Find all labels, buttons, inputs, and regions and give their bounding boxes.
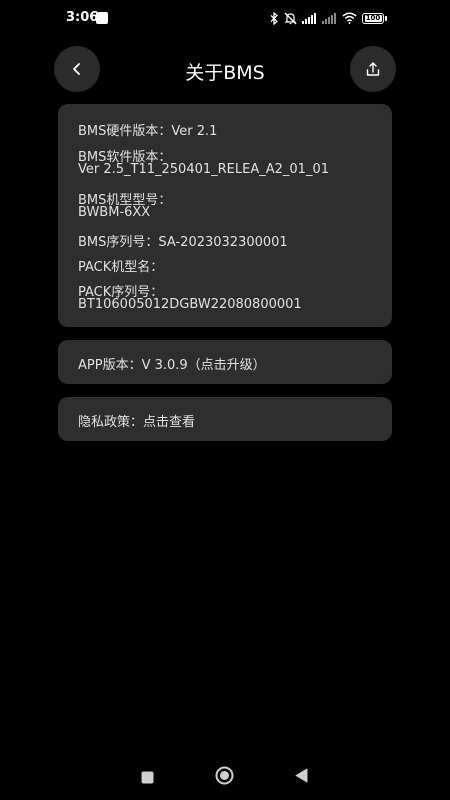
app-version-card[interactable]: APP版本：V 3.0.9（点击升级） bbox=[58, 340, 392, 384]
recents-button[interactable] bbox=[141, 769, 154, 788]
software-version-value: Ver 2.5_T11_250401_RELEA_A2_01_01 bbox=[78, 162, 329, 177]
signal-icon bbox=[302, 12, 316, 24]
status-time: 3:06 bbox=[66, 10, 99, 25]
app-version-row: APP版本：V 3.0.9（点击升级） bbox=[78, 354, 266, 373]
battery-level: 100 bbox=[364, 13, 382, 22]
wifi-icon bbox=[342, 12, 357, 24]
serial-label: BMS序列号： bbox=[78, 235, 159, 250]
serial-value: SA-2023032300001 bbox=[158, 235, 288, 250]
privacy-policy-link[interactable]: 点击查看 bbox=[143, 415, 195, 430]
notification-icon bbox=[96, 12, 108, 24]
app-version-value[interactable]: V 3.0.9（点击升级） bbox=[142, 358, 266, 373]
pack-serial-value: BT106005012DGBW22080800001 bbox=[78, 297, 302, 312]
bluetooth-icon bbox=[270, 11, 278, 25]
battery-icon: 100 bbox=[362, 12, 387, 24]
hardware-version-label: BMS硬件版本： bbox=[78, 124, 172, 139]
status-icons: 100 bbox=[270, 10, 387, 26]
serial-row: BMS序列号：SA-2023032300001 bbox=[78, 231, 288, 250]
header: 关于BMS bbox=[0, 46, 450, 94]
privacy-policy-row: 隐私政策：点击查看 bbox=[78, 411, 195, 430]
triangle-back-icon bbox=[295, 768, 308, 783]
pack-model-label: PACK机型名： bbox=[78, 260, 164, 275]
hardware-version-value: Ver 2.1 bbox=[171, 124, 218, 139]
share-button[interactable] bbox=[350, 46, 396, 92]
privacy-policy-label: 隐私政策： bbox=[78, 415, 144, 430]
mute-icon bbox=[284, 12, 297, 24]
status-bar: 3:06 100 bbox=[0, 0, 450, 38]
privacy-policy-card[interactable]: 隐私政策：点击查看 bbox=[58, 397, 392, 441]
home-circle-icon bbox=[215, 766, 234, 785]
model-value: BWBM-6XX bbox=[78, 205, 151, 220]
bms-info-card: BMS硬件版本：Ver 2.1 BMS软件版本： Ver 2.5_T11_250… bbox=[58, 104, 392, 327]
square-icon bbox=[141, 771, 154, 784]
app-version-label: APP版本： bbox=[78, 358, 142, 373]
back-nav-button[interactable] bbox=[295, 768, 308, 787]
home-button[interactable] bbox=[215, 766, 234, 789]
hardware-version-row: BMS硬件版本：Ver 2.1 bbox=[78, 120, 217, 139]
signal-icon bbox=[322, 12, 336, 24]
pack-model-row: PACK机型名： bbox=[78, 256, 163, 275]
system-nav-bar bbox=[0, 752, 450, 800]
share-icon bbox=[366, 62, 380, 76]
